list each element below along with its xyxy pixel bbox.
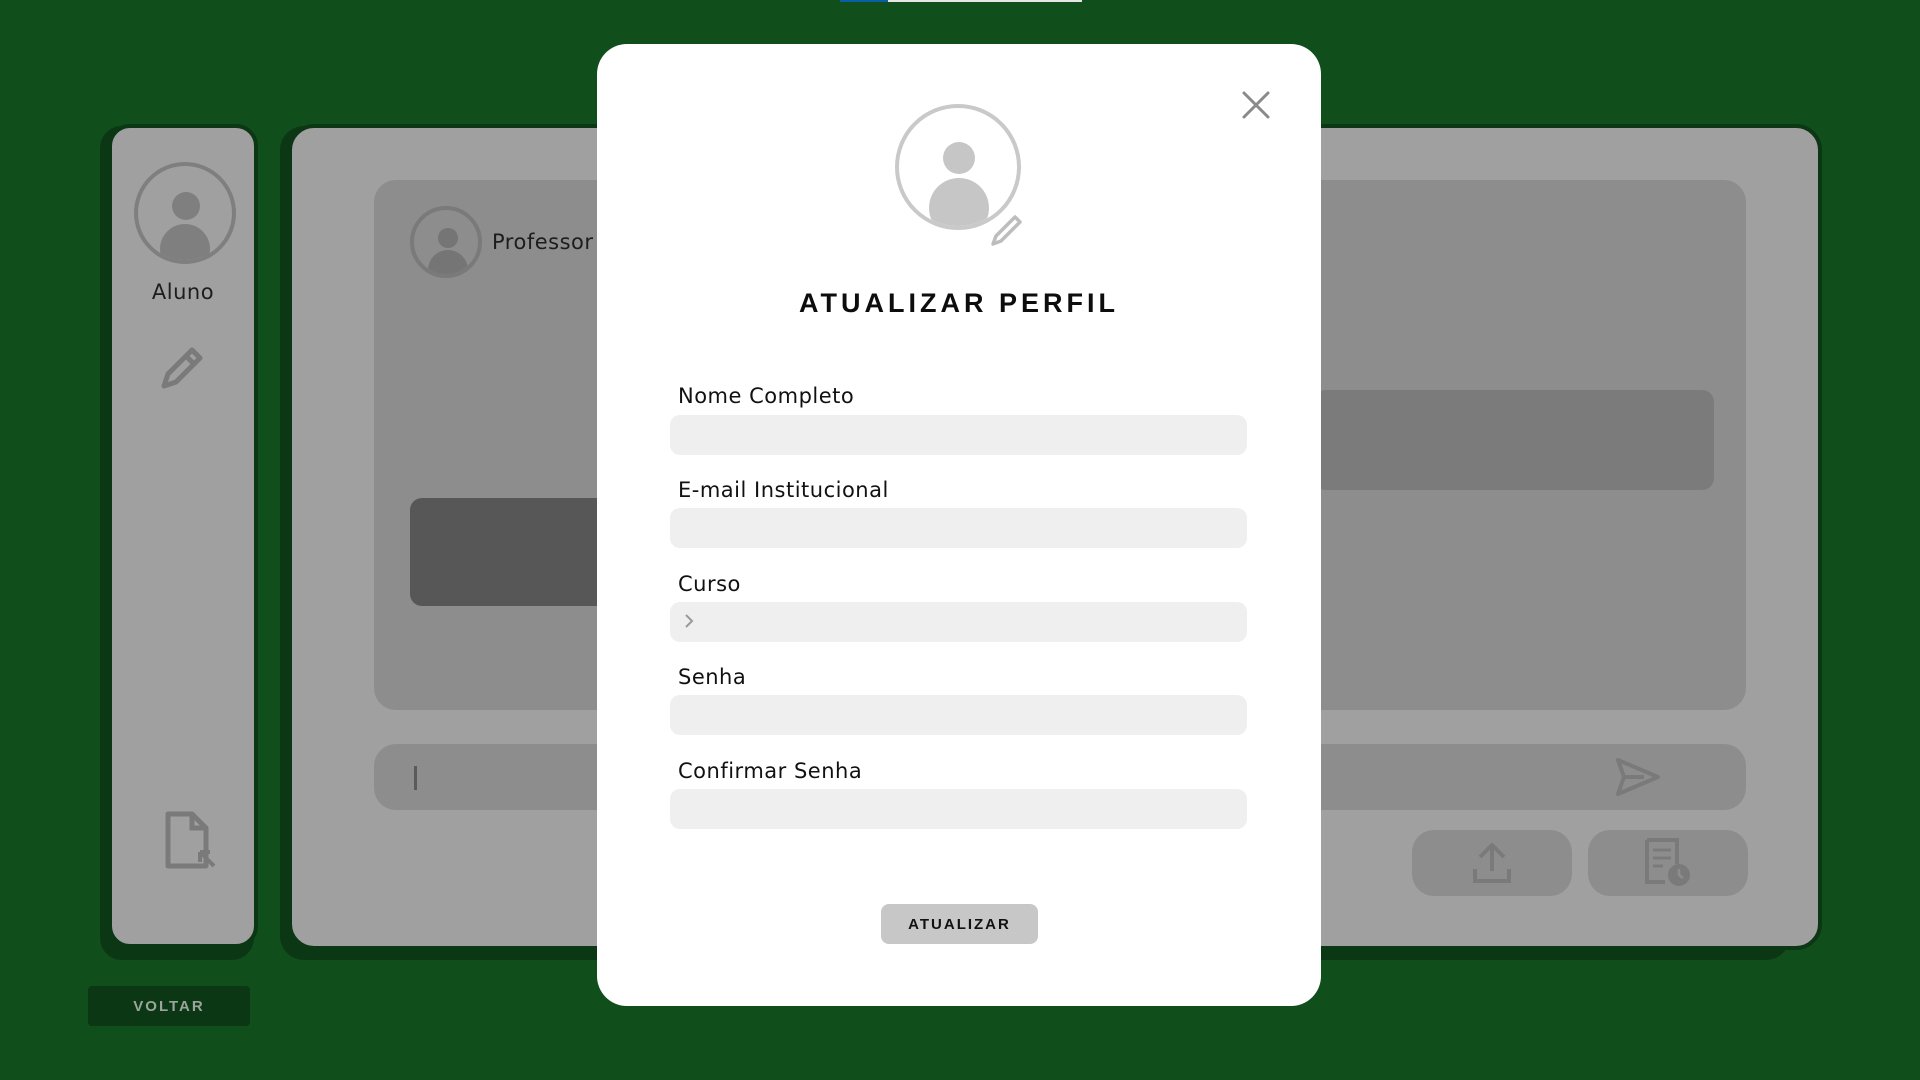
confirm-password-input[interactable] [670, 789, 1247, 829]
password-input[interactable] [670, 695, 1247, 735]
update-profile-modal: ATUALIZAR PERFIL Nome Completo E-mail In… [597, 44, 1321, 1006]
sidebar-user-label: Aluno [151, 280, 215, 304]
chevron-right-icon [685, 614, 694, 628]
modal-title: ATUALIZAR PERFIL [799, 288, 1119, 318]
email-label: E-mail Institucional [678, 478, 889, 502]
send-icon[interactable] [1614, 756, 1662, 798]
email-input[interactable] [670, 508, 1247, 548]
back-button[interactable]: VOLTAR [88, 986, 250, 1026]
professor-avatar-icon [410, 206, 482, 278]
confirm-password-label: Confirmar Senha [678, 759, 863, 783]
pencil-icon[interactable] [156, 342, 208, 394]
upload-icon [1473, 843, 1511, 883]
course-label: Curso [678, 572, 741, 596]
update-button[interactable]: ATUALIZAR [881, 904, 1038, 944]
text-caret [414, 766, 417, 790]
upload-button[interactable] [1412, 830, 1572, 896]
professor-name: Professor [492, 230, 594, 254]
document-history-icon [1645, 838, 1690, 886]
top-progress-fill [840, 0, 888, 2]
pencil-icon[interactable] [989, 212, 1025, 248]
file-export-icon[interactable] [162, 810, 218, 870]
full-name-input[interactable] [670, 415, 1247, 455]
user-avatar-icon[interactable] [134, 162, 236, 264]
password-label: Senha [678, 665, 747, 689]
close-icon[interactable] [1239, 88, 1273, 122]
course-select[interactable] [670, 602, 1247, 642]
message-bubble [1314, 390, 1714, 490]
sidebar: Aluno [108, 124, 258, 948]
document-history-button[interactable] [1588, 830, 1748, 896]
full-name-label: Nome Completo [678, 384, 855, 408]
